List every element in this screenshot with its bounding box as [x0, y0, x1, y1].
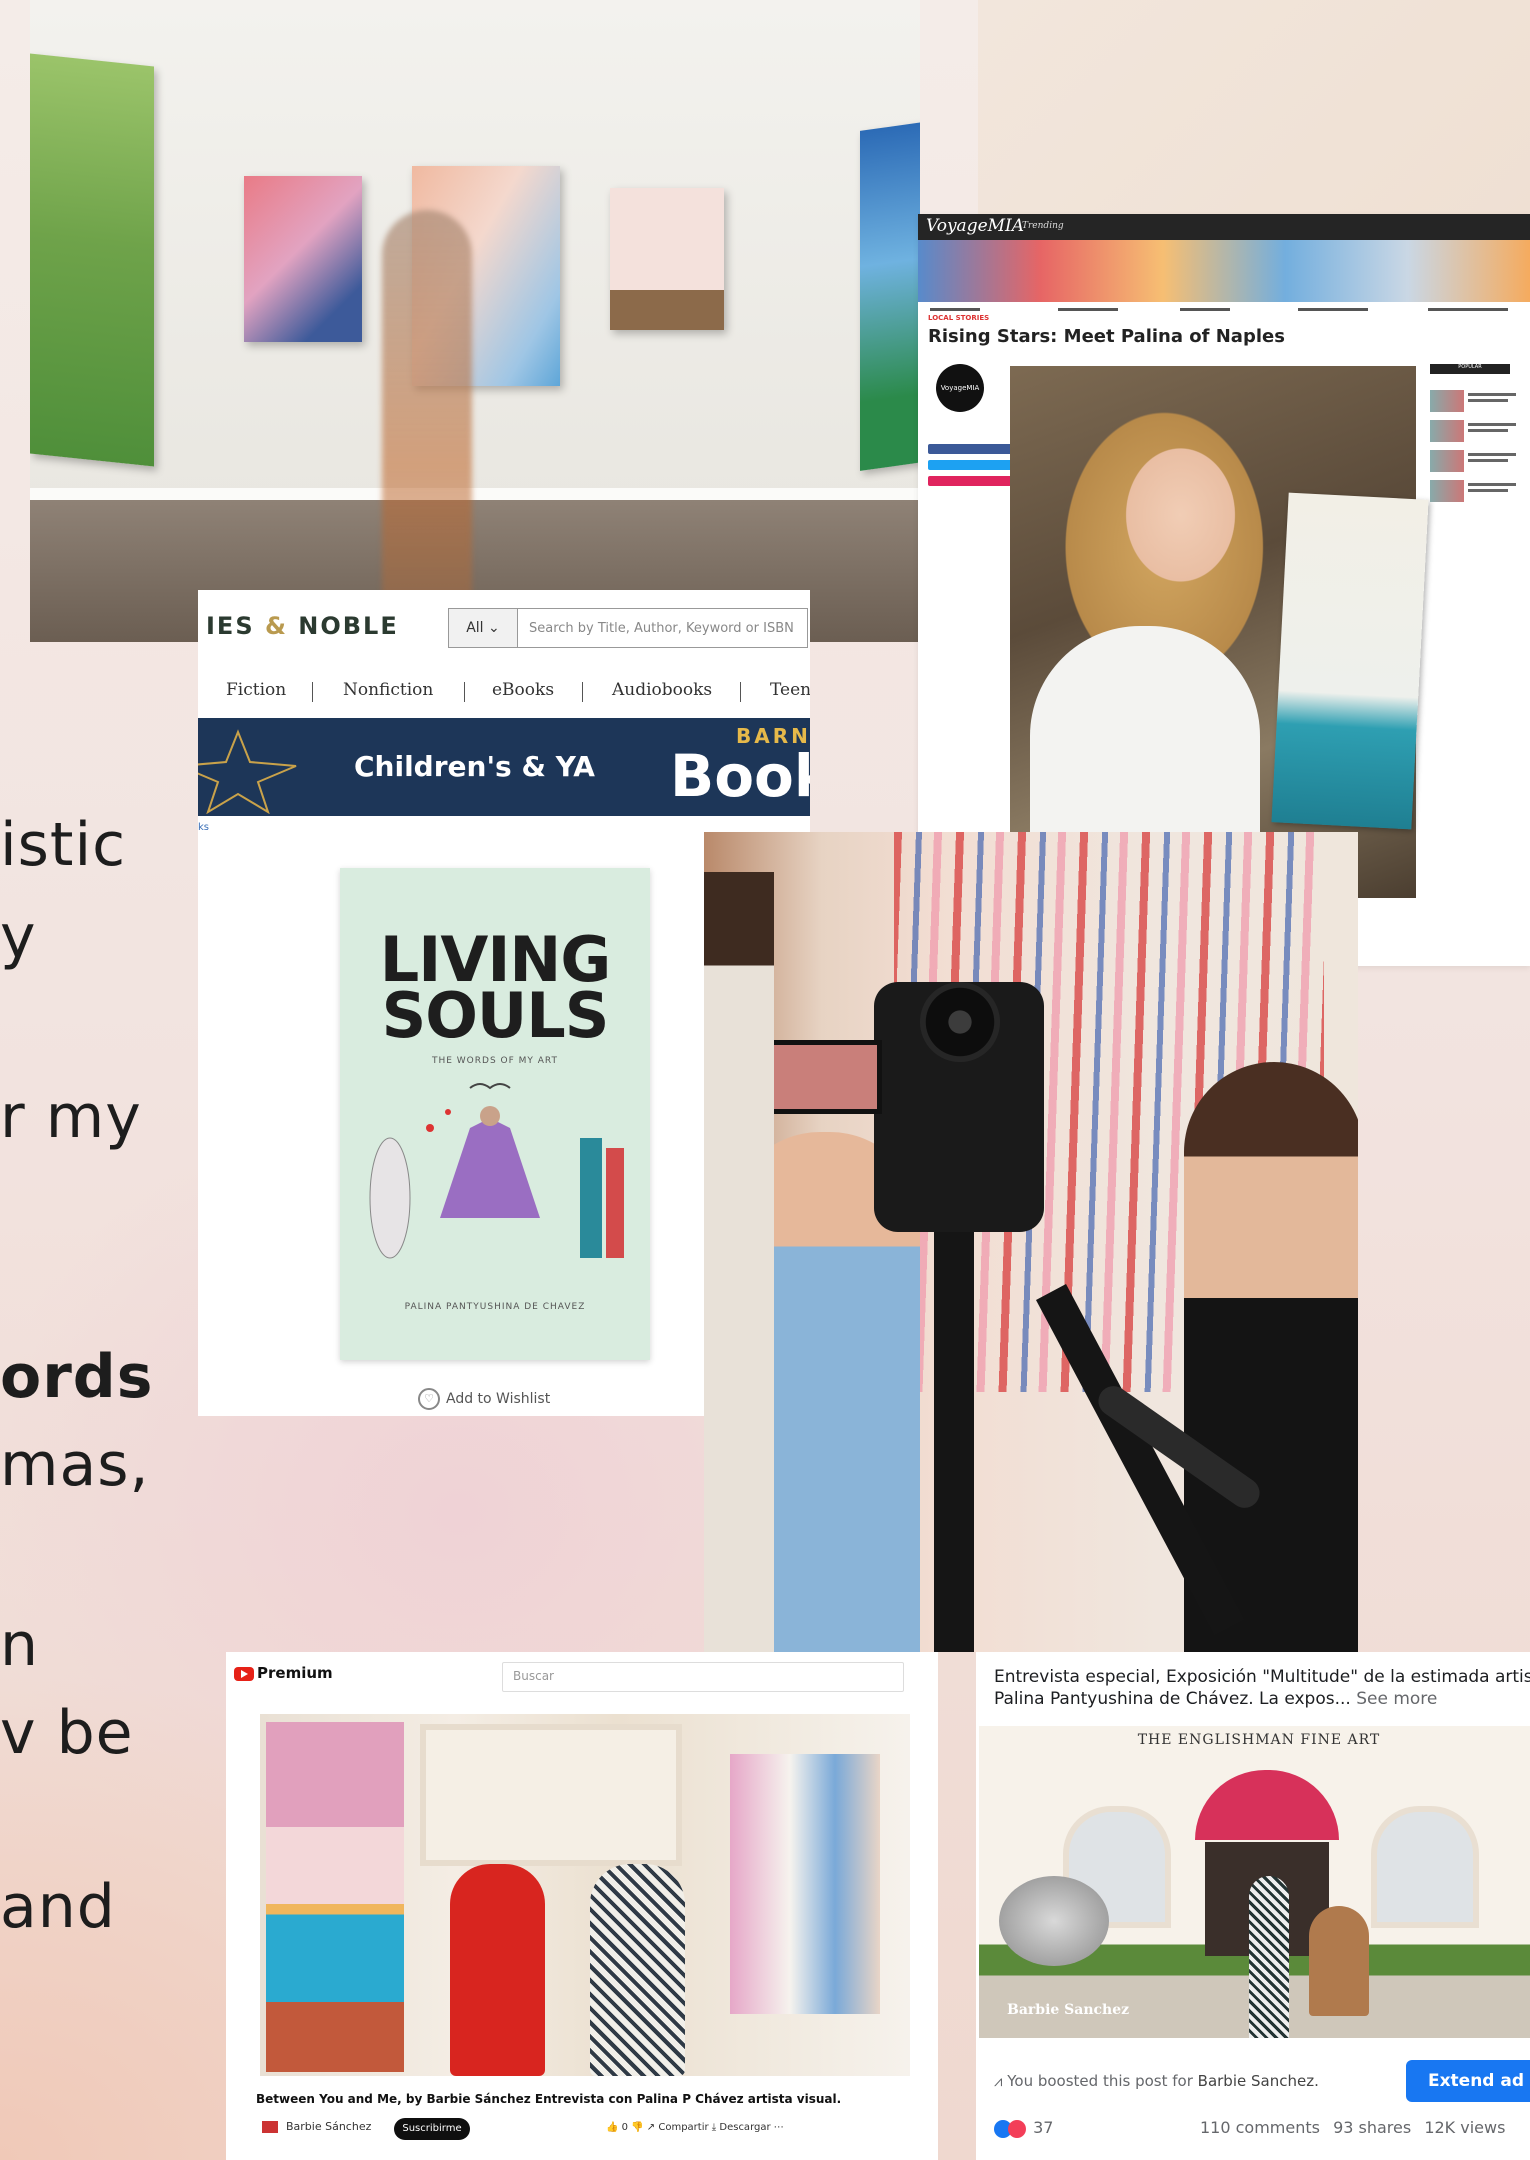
side-text-line-5: mas, — [0, 1430, 150, 1500]
camera-operator — [704, 872, 774, 1652]
article-kicker: LOCAL STORIES — [928, 314, 990, 322]
breadcrumb-fragment[interactable]: ks — [198, 822, 209, 833]
boost-status: ⩘ You boosted this post for Barbie Sanch… — [994, 2072, 1319, 2090]
voyagemia-nav-trending[interactable]: Trending — [1022, 221, 1064, 231]
store-sign: THE ENGLISHMAN FINE ART — [1137, 1732, 1381, 1748]
side-text-line-4: ords — [0, 1342, 154, 1412]
youtube-play-icon — [234, 1666, 254, 1681]
beige-texture — [978, 0, 1530, 220]
side-text-line-2: y — [0, 902, 37, 972]
author-avatar: VoyageMIA — [936, 364, 984, 412]
artist-in-doorway — [1249, 1876, 1289, 2038]
voyagemia-logo[interactable]: VoyageMIA — [926, 216, 1024, 236]
side-text-line-1: istic — [0, 810, 127, 880]
banner-book: Book — [670, 742, 810, 810]
voyagemia-strip-captions — [918, 304, 1530, 318]
side-text-line-6: n — [0, 1610, 40, 1680]
tripod-leg — [934, 1212, 974, 1652]
subscribe-button[interactable]: Suscribirme — [394, 2118, 470, 2140]
portrait-photo — [1010, 366, 1429, 898]
star-icon — [198, 729, 297, 814]
banner-title: Children's & YA — [354, 750, 595, 783]
video-window — [420, 1724, 682, 1866]
video-painting — [266, 1722, 404, 2072]
youtube-video-player[interactable] — [260, 1714, 910, 2076]
nav-fiction[interactable]: Fiction — [226, 680, 286, 700]
painting-mountains — [30, 53, 154, 467]
video-action-bar[interactable]: 👍 0 👎 ↗ Compartir ⤓ Descargar ⋯ — [606, 2122, 784, 2133]
post-text: Entrevista especial, Exposición "Multitu… — [994, 1667, 1530, 1709]
email-share-button[interactable] — [928, 476, 1014, 486]
views-count: 12K views — [1424, 2118, 1506, 2137]
painting-seascape — [860, 121, 920, 471]
voyagemia-story-strip[interactable] — [918, 240, 1530, 302]
store-window — [1371, 1806, 1479, 1928]
facebook-share-button[interactable] — [928, 444, 1014, 454]
channel-avatar — [262, 2121, 278, 2133]
heart-icon: ♡ — [418, 1388, 440, 1410]
camera-lens — [920, 982, 1000, 1062]
extend-ad-button[interactable]: Extend ad — [1406, 2060, 1530, 2102]
walking-figure — [382, 210, 472, 640]
video-person-patterned-dress — [590, 1864, 685, 2076]
bn-category-select[interactable]: All ⌄ — [449, 609, 518, 647]
side-text-line-7: v be — [0, 1698, 134, 1768]
book-cover[interactable]: LIVING SOULS THE WORDS OF MY ART PALINA … — [340, 868, 650, 1360]
comments-count[interactable]: 110 comments — [1200, 2118, 1320, 2137]
engagement-stats: 110 comments 93 shares 12K views — [1200, 2118, 1505, 2137]
video-person-red-dress — [450, 1864, 545, 2076]
youtube-search-input[interactable]: Buscar — [502, 1662, 904, 1692]
camera-flip-screen — [760, 1040, 882, 1114]
article-title: Rising Stars: Meet Palina of Naples — [928, 326, 1285, 347]
image-watermark: Barbie Sanchez — [1007, 2002, 1130, 2018]
chevron-down-icon: ⌄ — [488, 620, 500, 636]
gallery-photo — [30, 0, 920, 642]
facebook-post: Entrevista especial, Exposición "Multitu… — [976, 1652, 1530, 2160]
love-reaction-icon — [1008, 2119, 1026, 2138]
book-author: PALINA PANTYUSHINA DE CHAVEZ — [404, 1302, 586, 1312]
nav-ebooks[interactable]: eBooks — [492, 680, 554, 700]
trend-icon: ⩘ — [994, 2072, 1008, 2090]
painting-embrace — [244, 176, 362, 342]
bn-logo[interactable]: IES & NOBLE — [206, 612, 399, 640]
bn-search-bar[interactable]: All ⌄ Search by Title, Author, Keyword o… — [448, 608, 808, 648]
painting-couple — [610, 188, 724, 330]
popular-item[interactable] — [1430, 420, 1518, 442]
reactions-count[interactable]: 37 — [994, 2118, 1053, 2138]
interview-camera-photo — [704, 832, 1358, 1652]
twitter-share-button[interactable] — [928, 460, 1014, 470]
video-artwork-right — [730, 1754, 880, 2014]
popular-item[interactable] — [1430, 480, 1518, 502]
post-image[interactable]: THE ENGLISHMAN FINE ART Barbie Sanchez — [979, 1726, 1530, 2038]
add-to-wishlist-button[interactable]: ♡ Add to Wishlist — [418, 1388, 550, 1410]
chrome-sculpture — [999, 1876, 1109, 1966]
book-illustration — [369, 1083, 624, 1259]
bn-search-input[interactable]: Search by Title, Author, Keyword or ISBN — [529, 621, 794, 636]
nav-audiobooks[interactable]: Audiobooks — [612, 680, 712, 700]
popular-heading: POPULAR — [1430, 364, 1510, 374]
see-more-link[interactable]: See more — [1356, 1689, 1437, 1709]
video-title: Between You and Me, by Barbie Sánchez En… — [256, 2092, 842, 2106]
bronze-sculpture — [1309, 1906, 1369, 2016]
youtube-logo[interactable]: Premium — [234, 1664, 333, 1682]
book-subtitle: THE WORDS OF MY ART — [431, 1056, 559, 1066]
childrens-ya-banner[interactable]: Children's & YA BARN Book — [198, 718, 810, 816]
youtube-video-page: Premium Buscar Between You and Me, by Ba… — [226, 1652, 938, 2160]
bn-category-nav: Fiction Nonfiction eBooks Audiobooks Tee… — [198, 672, 810, 708]
voyagemia-nav: VoyageMIA Trending — [918, 214, 1530, 240]
nav-nonfiction[interactable]: Nonfiction — [343, 680, 433, 700]
side-text-line-8: and — [0, 1872, 116, 1942]
channel-name[interactable]: Barbie Sánchez — [262, 2120, 371, 2133]
easel-painting — [1271, 492, 1429, 830]
book-title-line-2: SOULS — [381, 979, 610, 1052]
side-text-line-3: r my — [0, 1082, 142, 1152]
popular-item[interactable] — [1430, 390, 1518, 412]
popular-item[interactable] — [1430, 450, 1518, 472]
shares-count[interactable]: 93 shares — [1333, 2118, 1411, 2137]
nav-teen[interactable]: Teen — [770, 680, 810, 700]
store-awning — [1195, 1770, 1339, 1840]
